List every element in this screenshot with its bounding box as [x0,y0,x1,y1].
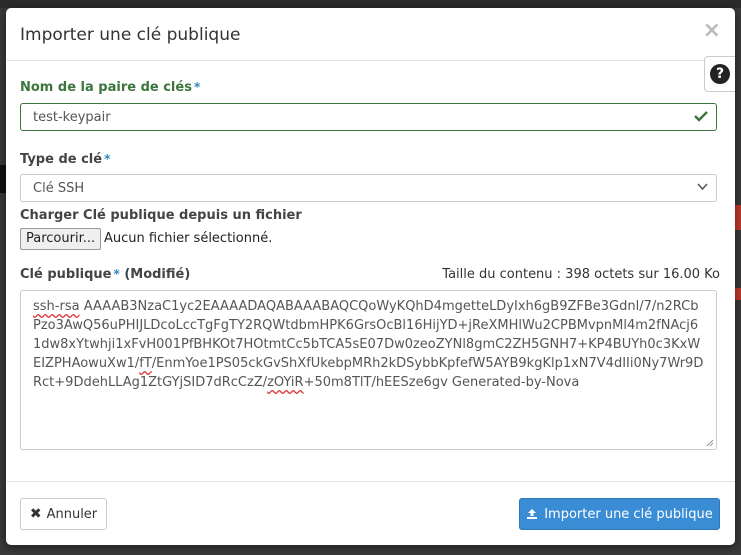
check-icon [694,111,708,122]
key-type-select[interactable]: Clé SSH [20,174,717,202]
browse-button[interactable]: Parcourir... [20,228,102,250]
import-key-modal: Importer une clé publique × ? Nom de la … [6,8,735,545]
required-marker: * [104,152,111,166]
backdrop-element [735,205,741,230]
backdrop [0,0,741,8]
import-button[interactable]: Importer une clé publique [519,498,720,530]
public-key-textarea[interactable]: ssh-rsa AAAAB3NzaC1yc2EAAAADAQABAAABAQCQ… [20,290,717,450]
content-size-info: Taille du contenu : 398 octets sur 16.00… [442,267,720,282]
chevron-down-icon [697,183,708,191]
key-type-selected: Clé SSH [33,181,85,196]
keypair-name-value: test-keypair [33,110,111,125]
backdrop-element [735,288,741,300]
key-content-part: +50m8TlT/hEESze6gv Generated-by-Nova [303,375,580,390]
question-icon: ? [710,64,730,84]
cancel-label: Annuler [46,506,98,522]
file-status: Aucun fichier sélectionné. [104,231,273,246]
import-label: Importer une clé publique [544,506,713,522]
resize-grip-icon[interactable] [705,438,714,447]
public-key-label-text: Clé publique [20,267,112,282]
key-content-misspelled: zOYiR [267,375,304,390]
key-type-label-text: Type de clé [20,152,103,167]
public-key-label: Clé publique * (Modifié) [20,267,190,282]
close-icon[interactable]: × [703,20,721,42]
modified-indicator: (Modifié) [124,267,191,282]
required-marker: * [113,267,120,281]
help-button[interactable]: ? [704,56,735,92]
keypair-name-input[interactable]: test-keypair [20,103,717,131]
keypair-name-label: Nom de la paire de clés * [20,80,200,95]
modal-header: Importer une clé publique × [6,8,735,61]
modal-footer: ✖ Annuler Importer une clé publique [6,481,735,545]
modal-title: Importer une clé publique [20,25,241,45]
file-upload-label: Charger Clé publique depuis un fichier [20,208,302,223]
key-content-misspelled: fT [139,356,152,371]
required-marker: * [193,80,201,94]
key-type-label: Type de clé * [20,152,110,167]
cancel-button[interactable]: ✖ Annuler [20,498,107,530]
close-icon: ✖ [29,506,42,522]
keypair-name-label-text: Nom de la paire de clés [20,80,192,95]
upload-icon [527,509,538,519]
key-prefix: ssh-rsa [33,299,80,314]
